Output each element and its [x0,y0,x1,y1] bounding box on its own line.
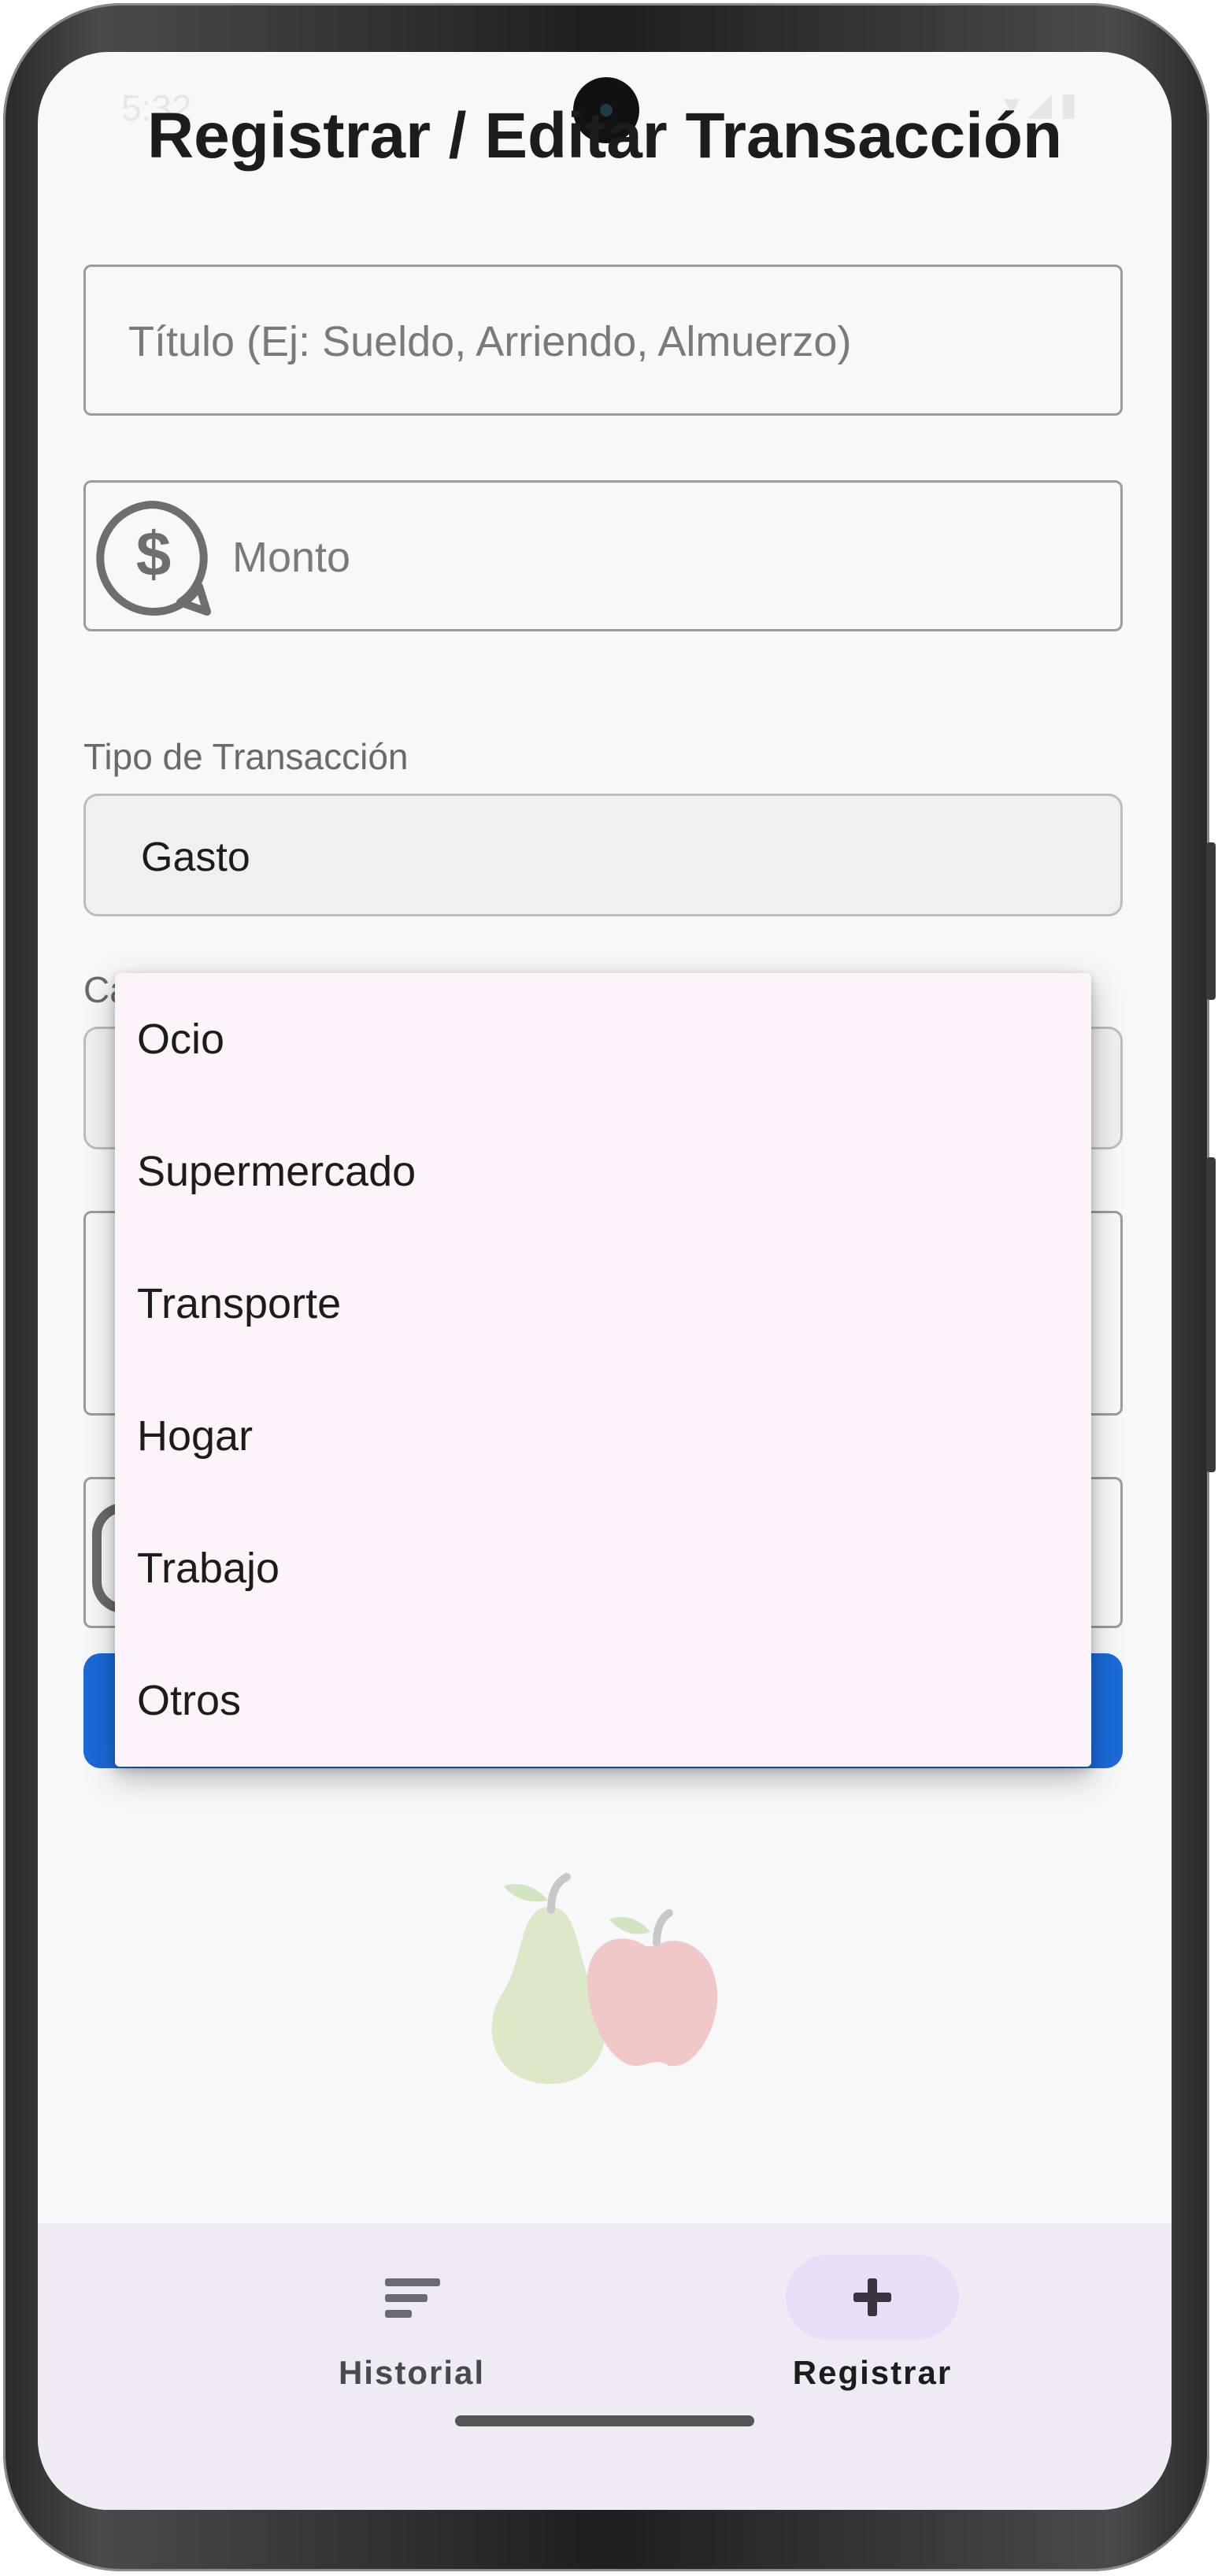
amount-input[interactable]: $ Monto [83,480,1123,631]
plus-icon [853,2278,891,2316]
menu-option-ocio[interactable]: Ocio [115,973,1091,1105]
svg-text:$: $ [136,519,172,589]
type-label: Tipo de Transacción [83,736,409,777]
menu-option-trabajo[interactable]: Trabajo [115,1502,1091,1634]
title-input[interactable]: Título (Ej: Sueldo, Arriendo, Almuerzo) [83,265,1123,416]
fruit-illustration [491,1873,718,2084]
dollar-chat-icon: $ [96,501,211,616]
power-button [1206,1157,1216,1472]
nav-label-registrar: Registrar [792,2354,953,2391]
type-value: Gasto [141,835,250,880]
page-title: Registrar / Editar Transacción [146,100,1063,172]
nav-label-historial: Historial [338,2354,486,2391]
home-indicator[interactable] [455,2415,754,2426]
type-select[interactable]: Gasto [83,794,1123,916]
category-dropdown-menu: Ocio Supermercado Transporte Hogar Traba… [115,973,1091,1767]
menu-option-hogar[interactable]: Hogar [115,1370,1091,1502]
screen: 5:32 ▾◢▮ Registrar / Editar Transacción … [38,52,1172,2510]
list-icon [385,2278,440,2318]
amount-placeholder: Monto [232,534,351,581]
nav-item-registrar[interactable]: Registrar [727,2255,1010,2428]
title-placeholder: Título (Ej: Sueldo, Arriendo, Almuerzo) [128,318,852,365]
menu-option-transporte[interactable]: Transporte [115,1238,1091,1370]
menu-option-supermercado[interactable]: Supermercado [115,1105,1091,1238]
bottom-navigation: Historial Registrar [38,2223,1172,2510]
volume-button [1206,842,1216,1000]
menu-option-otros[interactable]: Otros [115,1634,1091,1767]
nav-item-historial[interactable]: Historial [266,2255,550,2428]
